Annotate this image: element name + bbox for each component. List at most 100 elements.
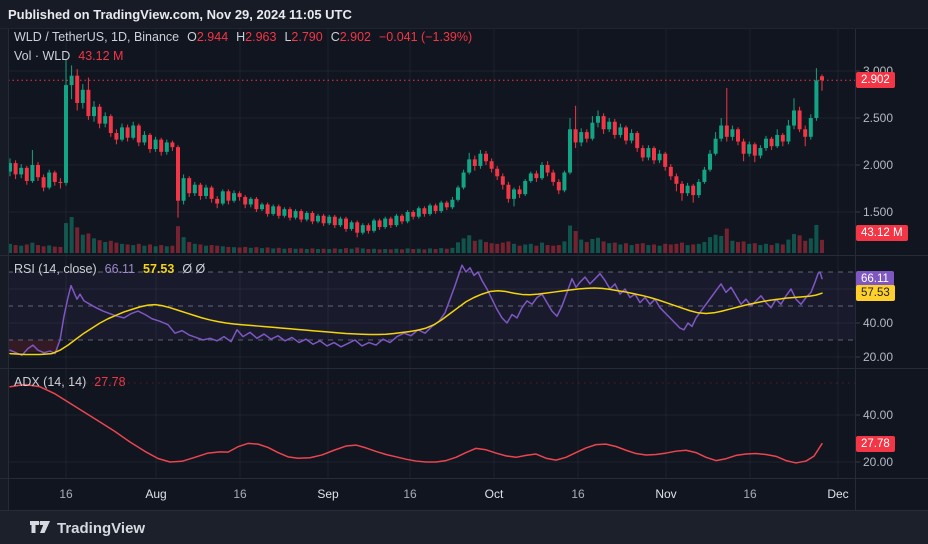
candle-body: [377, 220, 382, 228]
time-tick[interactable]: 16: [59, 487, 72, 501]
rsi-title: RSI (14, close): [14, 262, 97, 276]
candle-body: [612, 121, 617, 135]
time-tick[interactable]: 16: [403, 487, 416, 501]
volume-bar: [120, 243, 124, 253]
axis-badge: 2.902: [856, 72, 895, 89]
pane-separator-rsi[interactable]: [0, 255, 928, 256]
candle-body: [680, 183, 684, 194]
volume-bar: [232, 247, 236, 253]
candle-body: [243, 196, 248, 205]
candle-body: [405, 212, 410, 222]
volume-bar: [456, 242, 460, 253]
volume-bar: [461, 238, 466, 253]
volume-bar: [596, 237, 600, 253]
time-tick[interactable]: 16: [743, 487, 756, 501]
volume-bar: [360, 248, 365, 253]
rsi-extra: Ø Ø: [182, 262, 206, 276]
volume-value: 43.12 M: [78, 49, 124, 63]
tradingview-logo[interactable]: TradingView: [30, 520, 145, 537]
footer-bar: TradingView: [0, 510, 928, 544]
volume-bar: [618, 244, 623, 253]
volume-bar: [52, 246, 57, 253]
price-tick[interactable]: 1.500: [863, 205, 893, 219]
time-tick[interactable]: 16: [233, 487, 246, 501]
volume-bar: [534, 245, 539, 253]
candle-body: [271, 206, 276, 214]
candle-body: [444, 202, 449, 208]
candle-body: [764, 138, 768, 149]
candle-body: [562, 172, 567, 191]
volume-bar: [691, 244, 696, 253]
candle-body: [282, 209, 287, 216]
volume-bar: [512, 243, 516, 253]
adx-tick[interactable]: 40.00: [863, 408, 893, 422]
candle-body: [528, 173, 533, 181]
volume-bar: [243, 246, 248, 253]
candle-body: [736, 129, 740, 142]
volume-bar: [176, 226, 180, 253]
rsi-tick[interactable]: 20.00: [863, 350, 893, 364]
volume-bar: [545, 245, 550, 253]
candle-body: [299, 211, 304, 220]
time-tick[interactable]: Dec: [827, 487, 848, 501]
candle-body: [758, 148, 763, 156]
volume-bar: [551, 245, 556, 253]
candle-body: [747, 144, 752, 154]
volume-bar: [472, 240, 477, 253]
volume-bar: [747, 243, 752, 253]
volume-bar: [489, 243, 494, 253]
candle-body: [265, 204, 270, 214]
candle-body: [349, 222, 354, 229]
candle-body: [103, 116, 108, 124]
adx-legend: ADX (14, 14) 27.78: [14, 375, 126, 389]
volume-bar: [433, 249, 438, 253]
time-tick[interactable]: Oct: [485, 487, 504, 501]
time-tick[interactable]: 16: [571, 487, 584, 501]
price-tick[interactable]: 2.500: [863, 111, 893, 125]
volume-bar: [764, 243, 768, 253]
volume-bar: [19, 245, 24, 253]
price-tick[interactable]: 2.000: [863, 158, 893, 172]
adx-title: ADX (14, 14): [14, 375, 87, 389]
volume-bar: [792, 234, 796, 253]
candle-body: [181, 178, 186, 201]
candle-body: [226, 191, 231, 201]
candle-body: [153, 139, 158, 150]
volume-bar: [601, 241, 606, 253]
rsi-tick[interactable]: 40.00: [863, 316, 893, 330]
volume-bar: [657, 245, 662, 253]
time-tick[interactable]: Aug: [145, 487, 166, 501]
volume-bar: [75, 227, 80, 253]
candle-body: [495, 168, 500, 177]
candle-body: [607, 121, 612, 130]
volume-bar: [383, 249, 388, 253]
candle-body: [388, 218, 393, 226]
candle-body: [58, 181, 63, 183]
candle-body: [220, 191, 225, 204]
candle-body: [696, 181, 701, 196]
candle-body: [355, 222, 360, 233]
volume-bar: [36, 245, 40, 253]
candle-body: [820, 76, 824, 81]
candle-body: [316, 215, 320, 222]
candle-body: [752, 144, 757, 156]
volume-bar: [775, 243, 780, 253]
pane-separator-adx[interactable]: [0, 368, 928, 369]
time-tick[interactable]: Nov: [655, 487, 676, 501]
tradingview-logo-text: TradingView: [57, 519, 146, 537]
volume-bar: [92, 238, 96, 253]
time-tick[interactable]: Sep: [317, 487, 338, 501]
volume-bar: [316, 249, 320, 253]
ohlc-low: L2.790: [284, 30, 323, 44]
volume-bar: [523, 244, 528, 253]
candle-body: [624, 127, 628, 141]
volume-bar: [187, 242, 192, 253]
main-legend: WLD / TetherUS, 1D, Binance O2.944 H2.96…: [14, 30, 472, 44]
candle-body: [394, 215, 399, 226]
adx-tick[interactable]: 20.00: [863, 455, 893, 469]
volume-label: Vol · WLD: [14, 49, 71, 63]
volume-bar: [47, 245, 52, 253]
volume-bar: [736, 242, 740, 253]
candle-body: [523, 180, 528, 195]
volume-bar: [327, 249, 332, 253]
